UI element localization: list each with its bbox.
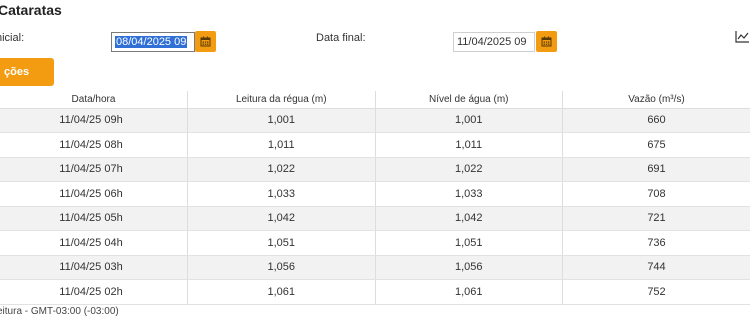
cell-water-level: 1,033	[375, 181, 563, 207]
cell-gauge-reading: 1,001	[187, 108, 376, 133]
cell-flow: 721	[562, 206, 750, 231]
end-date-input[interactable]: 11/04/2025 09	[453, 32, 535, 52]
column-header-gauge-reading[interactable]: Leitura da régua (m)	[187, 91, 376, 109]
cell-flow: 675	[562, 132, 750, 158]
cell-gauge-reading: 1,011	[187, 132, 376, 158]
cell-water-level: 1,001	[375, 108, 563, 133]
readings-table: Data/hora Leitura da régua (m) Nível de …	[0, 91, 750, 305]
cell-gauge-reading: 1,061	[187, 279, 376, 305]
cell-flow: 691	[562, 157, 750, 182]
cell-gauge-reading: 1,051	[187, 230, 376, 256]
cell-gauge-reading: 1,056	[187, 255, 376, 280]
cell-gauge-reading: 1,033	[187, 181, 376, 207]
page-title: Cataratas	[0, 2, 62, 18]
cell-water-level: 1,042	[375, 206, 563, 231]
table-row: 11/04/25 07h 1,022 1,022 691	[0, 157, 750, 182]
end-date-value: 11/04/2025 09	[457, 36, 527, 48]
start-date-label: nicial:	[0, 32, 25, 44]
cell-flow: 744	[562, 255, 750, 280]
cell-datetime: 11/04/25 05h	[0, 206, 188, 231]
table-row: 11/04/25 06h 1,033 1,033 708	[0, 181, 750, 207]
actions-button[interactable]: ções	[0, 58, 54, 86]
calendar-icon	[541, 36, 552, 47]
cell-datetime: 11/04/25 07h	[0, 157, 188, 182]
column-header-datetime[interactable]: Data/hora	[0, 91, 188, 109]
start-date-input[interactable]: 08/04/2025 09	[111, 32, 195, 52]
cell-datetime: 11/04/25 09h	[0, 108, 188, 133]
cell-flow: 752	[562, 279, 750, 305]
cell-datetime: 11/04/25 06h	[0, 181, 188, 207]
column-header-water-level[interactable]: Nível de água (m)	[375, 91, 563, 109]
cell-datetime: 11/04/25 02h	[0, 279, 188, 305]
cell-flow: 660	[562, 108, 750, 133]
start-date-calendar-button[interactable]	[195, 31, 216, 52]
column-header-flow[interactable]: Vazão (m³/s)	[562, 91, 750, 109]
cell-water-level: 1,051	[375, 230, 563, 256]
table-row: 11/04/25 05h 1,042 1,042 721	[0, 206, 750, 231]
cell-flow: 708	[562, 181, 750, 207]
cell-gauge-reading: 1,042	[187, 206, 376, 231]
calendar-icon	[200, 36, 211, 47]
table-row: 11/04/25 04h 1,051 1,051 736	[0, 230, 750, 256]
cell-gauge-reading: 1,022	[187, 157, 376, 182]
cell-water-level: 1,011	[375, 132, 563, 158]
line-chart-icon[interactable]	[735, 30, 750, 44]
table-row: 11/04/25 02h 1,061 1,061 752	[0, 279, 750, 305]
table-header-row: Data/hora Leitura da régua (m) Nível de …	[0, 91, 750, 109]
cell-water-level: 1,061	[375, 279, 563, 305]
cell-water-level: 1,022	[375, 157, 563, 182]
table-row: 11/04/25 09h 1,001 1,001 660	[0, 108, 750, 133]
cell-datetime: 11/04/25 03h	[0, 255, 188, 280]
table-row: 11/04/25 03h 1,056 1,056 744	[0, 255, 750, 280]
end-date-label: Data final:	[316, 32, 366, 44]
cell-datetime: 11/04/25 08h	[0, 132, 188, 158]
cell-water-level: 1,056	[375, 255, 563, 280]
cell-flow: 736	[562, 230, 750, 256]
timezone-note: eitura - GMT-03:00 (-03:00)	[0, 306, 119, 317]
cell-datetime: 11/04/25 04h	[0, 230, 188, 256]
table-row: 11/04/25 08h 1,011 1,011 675	[0, 132, 750, 158]
start-date-value: 08/04/2025 09	[115, 36, 188, 48]
end-date-calendar-button[interactable]	[536, 31, 557, 52]
